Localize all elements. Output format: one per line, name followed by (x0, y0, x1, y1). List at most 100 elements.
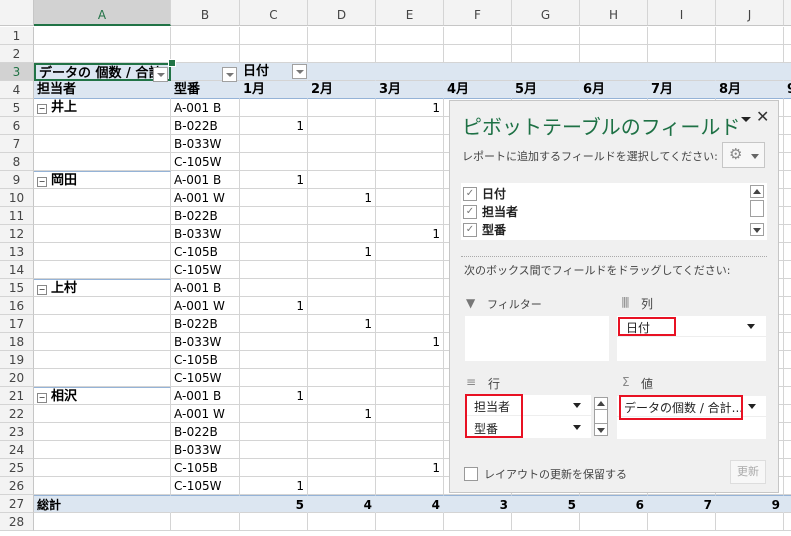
cell[interactable] (34, 405, 171, 423)
cell[interactable] (376, 423, 444, 441)
scrollbar-track[interactable] (594, 410, 608, 423)
cell[interactable] (34, 243, 171, 261)
cell[interactable] (784, 63, 791, 81)
cell[interactable] (444, 27, 512, 45)
cell[interactable] (784, 477, 791, 495)
cell[interactable]: 1 (240, 477, 308, 495)
cell[interactable]: 1 (308, 243, 376, 261)
cell[interactable] (784, 315, 791, 333)
cell[interactable] (512, 45, 580, 63)
cell[interactable] (376, 315, 444, 333)
scroll-down-button[interactable] (750, 223, 764, 236)
cell[interactable] (240, 423, 308, 441)
cell[interactable]: データの 個数 / 合計 (34, 63, 171, 81)
cell[interactable] (308, 117, 376, 135)
cell[interactable] (34, 27, 171, 45)
scroll-down-button[interactable] (594, 423, 608, 436)
column-header-a[interactable]: A (34, 0, 171, 26)
row-header[interactable]: 16 (0, 297, 34, 315)
cell[interactable]: 4 (308, 495, 376, 513)
cell[interactable] (784, 351, 791, 369)
cell[interactable] (308, 207, 376, 225)
cell[interactable]: 1 (240, 171, 308, 189)
scroll-up-button[interactable] (594, 397, 608, 410)
row-header[interactable]: 9 (0, 171, 34, 189)
cell[interactable]: 1 (308, 405, 376, 423)
cell[interactable]: − 上村 (34, 279, 171, 297)
cell[interactable] (240, 513, 308, 531)
cell[interactable] (240, 333, 308, 351)
cell[interactable] (376, 297, 444, 315)
cell[interactable]: 9 (784, 81, 791, 99)
cell[interactable]: 1 (240, 387, 308, 405)
cell[interactable]: B-033W (171, 333, 240, 351)
cell[interactable]: 4月 (444, 81, 512, 99)
cell[interactable] (376, 477, 444, 495)
cell[interactable]: B-022B (171, 315, 240, 333)
cell[interactable] (34, 261, 171, 279)
row-header[interactable]: 27 (0, 495, 34, 513)
row-header[interactable]: 19 (0, 351, 34, 369)
cell[interactable]: 6 (580, 495, 648, 513)
cell[interactable]: C-105W (171, 477, 240, 495)
cell[interactable] (580, 27, 648, 45)
cell[interactable]: A-001 B (171, 387, 240, 405)
chevron-down-icon[interactable] (748, 404, 756, 409)
cell[interactable] (784, 441, 791, 459)
cell[interactable] (308, 45, 376, 63)
cell[interactable] (784, 27, 791, 45)
cell[interactable] (240, 189, 308, 207)
cell[interactable] (784, 513, 791, 531)
cell[interactable]: 1 (308, 315, 376, 333)
collapse-icon[interactable]: − (37, 393, 47, 403)
cell[interactable] (376, 171, 444, 189)
update-button[interactable]: 更新 (730, 460, 766, 484)
cell[interactable]: 3月 (376, 81, 444, 99)
cell[interactable]: 7 (648, 495, 716, 513)
cell[interactable] (716, 513, 784, 531)
select-all-corner[interactable] (0, 0, 34, 26)
cell[interactable]: B-022B (171, 207, 240, 225)
cell[interactable] (716, 63, 784, 81)
chevron-down-icon[interactable] (573, 425, 581, 430)
cell[interactable] (240, 279, 308, 297)
cell[interactable]: 総計 (34, 495, 171, 513)
cell[interactable] (308, 261, 376, 279)
cell[interactable]: B-033W (171, 135, 240, 153)
cell[interactable] (784, 117, 791, 135)
cell[interactable] (784, 279, 791, 297)
cell[interactable] (308, 135, 376, 153)
cell[interactable] (512, 63, 580, 81)
cell[interactable] (784, 135, 791, 153)
cell[interactable] (34, 477, 171, 495)
row-header[interactable]: 26 (0, 477, 34, 495)
cell[interactable] (784, 45, 791, 63)
cell[interactable] (240, 459, 308, 477)
cell[interactable] (648, 45, 716, 63)
cell[interactable]: C-105B (171, 351, 240, 369)
collapse-icon[interactable]: − (37, 285, 47, 295)
chevron-down-icon[interactable] (747, 324, 755, 329)
cell[interactable] (308, 351, 376, 369)
cell[interactable]: A-001 B (171, 171, 240, 189)
cell[interactable] (784, 99, 791, 117)
cell[interactable] (784, 297, 791, 315)
cell[interactable] (34, 189, 171, 207)
cell[interactable] (376, 351, 444, 369)
filter-drop-area[interactable] (465, 316, 609, 361)
cell[interactable]: 1 (376, 99, 444, 117)
cell[interactable]: A-001 B (171, 279, 240, 297)
cell[interactable] (308, 99, 376, 117)
row-header[interactable]: 8 (0, 153, 34, 171)
cell[interactable] (34, 333, 171, 351)
cell[interactable] (376, 45, 444, 63)
cell[interactable] (784, 207, 791, 225)
cell[interactable]: 1 (376, 333, 444, 351)
defer-update-checkbox[interactable] (464, 467, 478, 481)
cell[interactable]: 3 (444, 495, 512, 513)
cell[interactable] (784, 333, 791, 351)
cell[interactable] (240, 369, 308, 387)
cell[interactable] (34, 423, 171, 441)
cell[interactable]: B-033W (171, 441, 240, 459)
cell[interactable] (34, 297, 171, 315)
